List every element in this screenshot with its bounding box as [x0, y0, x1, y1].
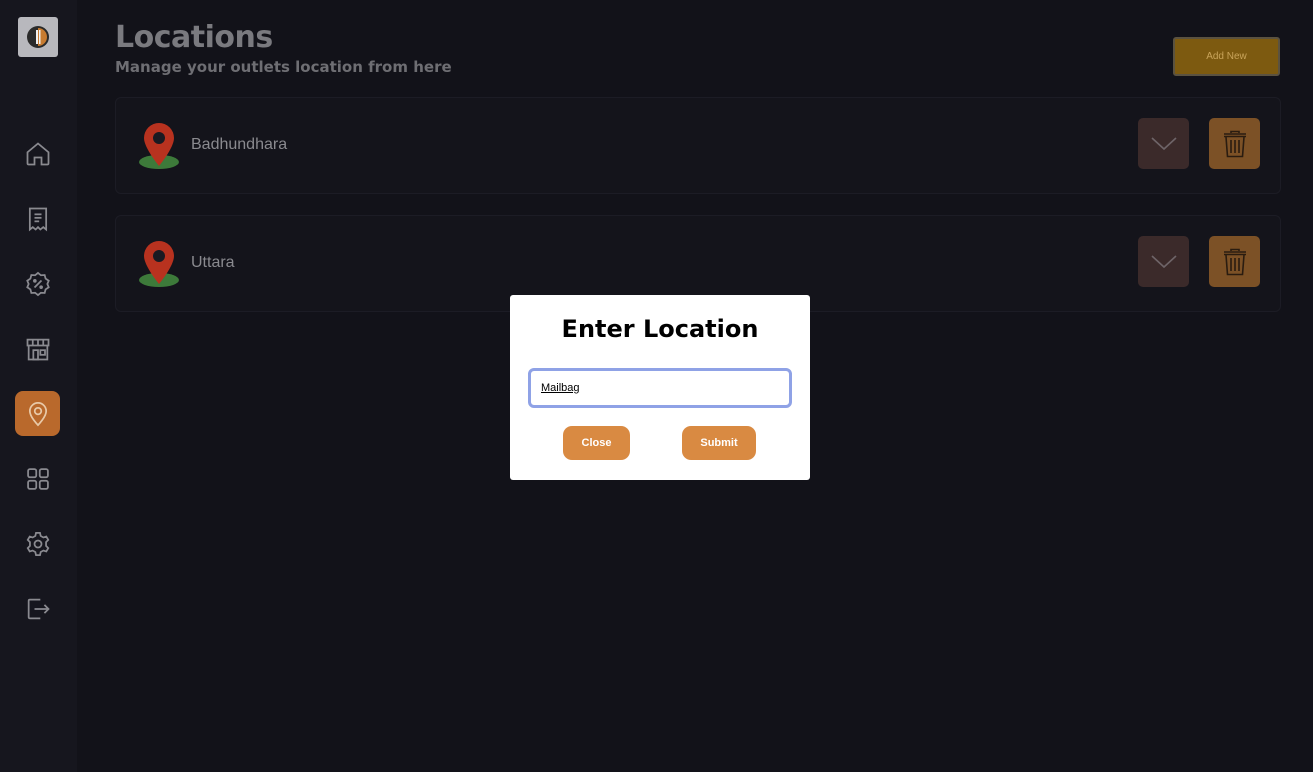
map-pin-icon	[139, 123, 179, 169]
home-icon	[26, 141, 49, 165]
nav-home[interactable]	[15, 131, 60, 176]
receipt-icon	[28, 207, 47, 231]
expand-button[interactable]	[1138, 236, 1189, 287]
nav-logout[interactable]	[15, 586, 60, 631]
app-logo[interactable]	[18, 17, 58, 57]
discount-icon	[25, 271, 50, 296]
location-name: Uttara	[191, 254, 235, 271]
add-new-button[interactable]: Add New	[1173, 37, 1280, 76]
logout-icon	[27, 598, 50, 619]
page-subtitle: Manage your outlets location from here	[115, 58, 452, 76]
trash-icon	[1223, 130, 1246, 157]
delete-button[interactable]	[1209, 236, 1260, 287]
location-input[interactable]	[528, 368, 792, 408]
location-name: Badhundhara	[191, 136, 288, 153]
map-pin-icon	[139, 241, 179, 287]
nav-receipts[interactable]	[15, 196, 60, 241]
page-title: Locations	[115, 20, 273, 55]
logo-icon	[27, 26, 49, 48]
settings-icon	[26, 531, 49, 556]
grid-icon	[26, 467, 49, 490]
trash-icon	[1223, 248, 1246, 275]
dialog-title: Enter Location	[561, 315, 759, 343]
chevron-down-icon	[1150, 136, 1177, 150]
location-card: Badhundhara	[115, 97, 1281, 194]
location-icon	[28, 401, 47, 426]
nav-settings[interactable]	[15, 521, 60, 566]
submit-button[interactable]: Submit	[682, 426, 756, 460]
nav-discounts[interactable]	[15, 261, 60, 306]
sidebar	[0, 0, 77, 772]
expand-button[interactable]	[1138, 118, 1189, 169]
chevron-down-icon	[1150, 254, 1177, 268]
store-icon	[26, 338, 49, 360]
delete-button[interactable]	[1209, 118, 1260, 169]
nav-apps[interactable]	[15, 456, 60, 501]
close-button[interactable]: Close	[563, 426, 630, 460]
enter-location-dialog: Enter Location Close Submit	[510, 295, 810, 480]
nav-locations[interactable]	[15, 391, 60, 436]
nav-stores[interactable]	[15, 326, 60, 371]
